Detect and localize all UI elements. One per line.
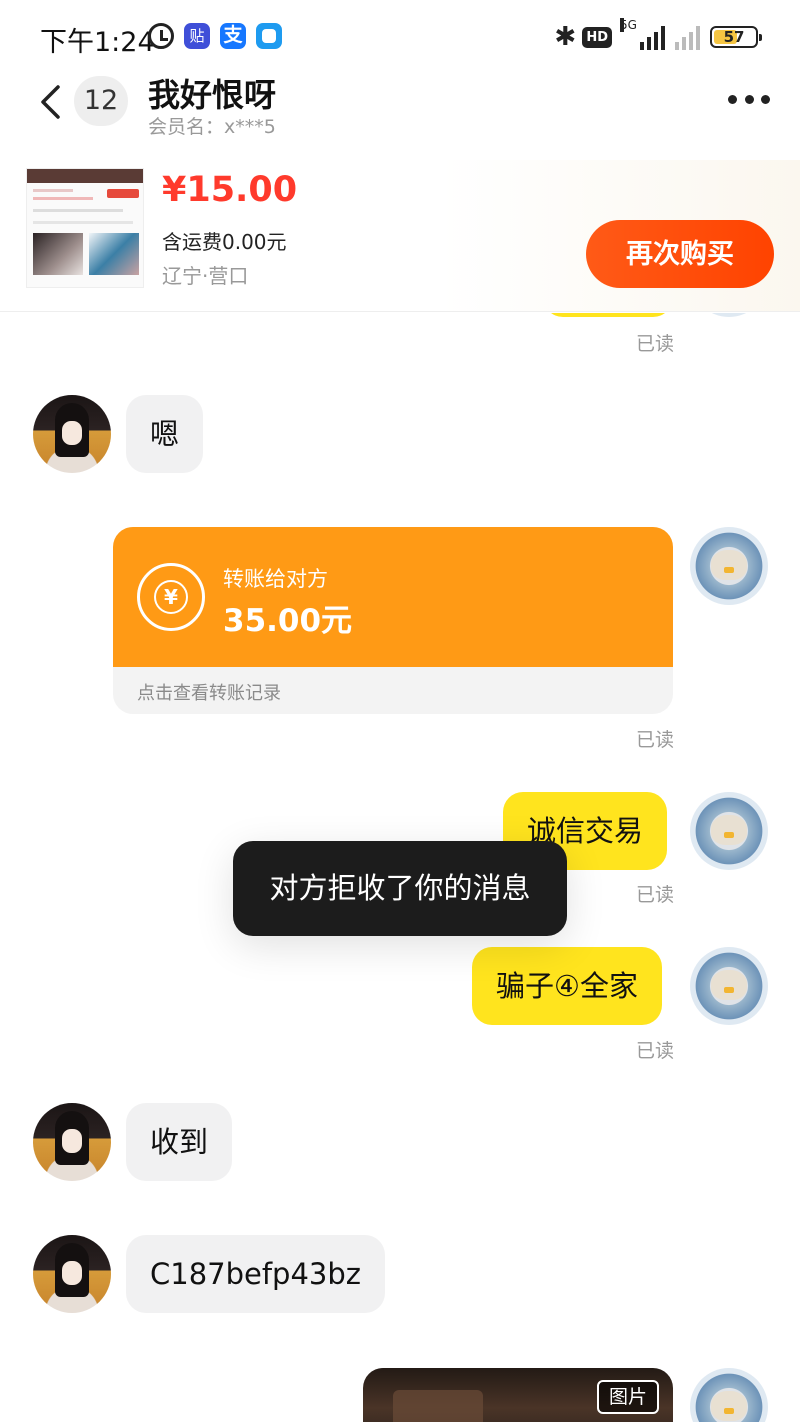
transfer-record-link[interactable]: 点击查看转账记录 [137, 679, 281, 705]
my-avatar[interactable] [690, 947, 768, 1025]
read-status: 已读 [635, 729, 674, 751]
hd-icon: HD [582, 26, 612, 48]
alipay-app-icon: 支 [220, 23, 246, 49]
battery-level: 57 [723, 28, 745, 46]
message-bubble[interactable]: 骗子④全家 [472, 947, 662, 1025]
product-price: ¥15.00 [162, 170, 298, 210]
chat-messages[interactable]: 已读 嗯 ¥ 转账给对方 35.00元 点击查看转账记录 已读 诚信交易 已读 … [0, 313, 800, 1422]
chat-title: 我好恨呀 [148, 76, 277, 114]
member-name: 会员名：x***5 [148, 116, 276, 138]
seller-avatar[interactable] [33, 1103, 111, 1181]
back-arrow-icon[interactable] [38, 84, 64, 120]
transfer-amount: 35.00元 [223, 603, 353, 639]
my-avatar[interactable] [690, 1368, 768, 1422]
transfer-title: 转账给对方 [223, 567, 328, 591]
buy-again-button[interactable]: 再次购买 [586, 220, 774, 288]
shipping-fee: 含运费0.00元 [162, 230, 287, 254]
message-bubble[interactable]: 收到 [126, 1103, 233, 1181]
status-bar: 下午1:24 贴 支 ✱ HD 5G 57 [0, 0, 800, 70]
bluetooth-icon: ✱ [554, 22, 577, 52]
more-options-icon[interactable] [728, 92, 770, 106]
transfer-card-header: ¥ 转账给对方 35.00元 [113, 527, 673, 667]
unread-count-badge[interactable]: 12 [74, 76, 128, 126]
seller-avatar[interactable] [33, 395, 111, 473]
tieba-app-icon: 贴 [184, 23, 210, 49]
alarm-icon [148, 23, 174, 49]
chat-header: 12 我好恨呀 会员名：x***5 [0, 70, 800, 150]
read-status: 已读 [635, 333, 674, 355]
signal-sim2-icon [675, 24, 700, 50]
transfer-icon: ¥ [137, 563, 205, 631]
status-time: 下午1:24 [40, 27, 155, 58]
read-status: 已读 [635, 884, 674, 906]
rejected-toast: 对方拒收了你的消息 [233, 841, 567, 936]
image-message[interactable]: 图片 [363, 1368, 673, 1422]
transfer-card[interactable]: ¥ 转账给对方 35.00元 点击查看转账记录 [113, 527, 673, 714]
signal-5g-icon: 5G [620, 18, 665, 50]
product-thumbnail[interactable] [26, 168, 144, 288]
my-avatar[interactable] [690, 527, 768, 605]
seller-avatar[interactable] [33, 1235, 111, 1313]
read-status: 已读 [635, 1040, 674, 1062]
my-avatar[interactable] [690, 792, 768, 870]
transfer-currency: ¥ [154, 580, 188, 614]
seller-location: 辽宁·营口 [162, 264, 249, 288]
status-right-icons: ✱ HD 5G 57 [554, 18, 762, 54]
message-bubble[interactable]: 嗯 [126, 395, 204, 473]
message-bubble-partial [543, 313, 673, 317]
battery-icon: 57 [710, 26, 762, 48]
app-notification-icon [256, 23, 282, 49]
my-avatar-partial [690, 313, 768, 317]
image-tag: 图片 [596, 1380, 659, 1414]
product-card[interactable]: ¥15.00 含运费0.00元 辽宁·营口 再次购买 [0, 160, 800, 312]
message-bubble[interactable]: C187befp43bz [126, 1235, 386, 1313]
network-label: 5G [620, 18, 637, 32]
